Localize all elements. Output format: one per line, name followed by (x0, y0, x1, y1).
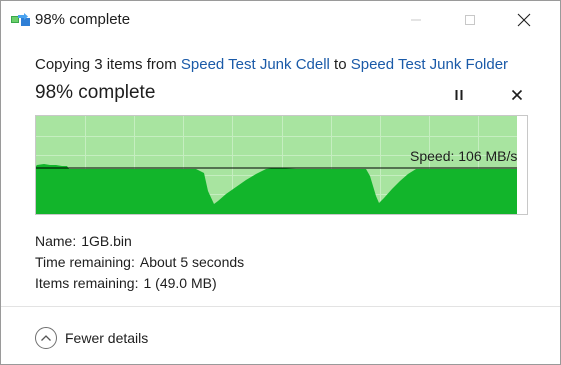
window-close-button[interactable] (501, 1, 547, 39)
name-value: 1GB.bin (81, 233, 132, 249)
transfer-speed-graph (35, 115, 528, 215)
speed-history-fill (36, 164, 517, 214)
window-title: 98% complete (35, 11, 131, 28)
footer-bar: Fewer details (1, 307, 560, 364)
minimize-button[interactable] (393, 1, 439, 39)
cancel-copy-button[interactable] (507, 85, 527, 105)
copy-progress-dialog: 98% complete Copying 3 items from Speed … (0, 0, 561, 365)
items-remaining-label: Items remaining: (35, 275, 139, 291)
speed-graph-canvas (36, 116, 517, 214)
speed-readout: Speed: 106 MB/s (410, 148, 518, 164)
chevron-up-icon (35, 327, 57, 349)
fewer-details-button[interactable]: Fewer details (35, 327, 148, 349)
progress-percent-title: 98% complete (35, 82, 156, 103)
name-label: Name: (35, 233, 77, 249)
pause-icon (455, 90, 463, 100)
pause-button[interactable] (449, 85, 469, 105)
maximize-button[interactable] (447, 1, 493, 39)
title-bar[interactable]: 98% complete (1, 1, 560, 39)
to-word: to (329, 56, 351, 73)
transfer-details: Name: 1GB.bin Time remaining: About 5 seco… (35, 231, 244, 294)
copy-description: Copying 3 items from Speed Test Junk Cde… (35, 56, 508, 73)
copy-arrow-icon (11, 13, 30, 26)
close-icon (517, 13, 531, 27)
close-icon (511, 89, 523, 101)
fewer-details-label: Fewer details (65, 330, 149, 346)
maximize-icon (465, 15, 475, 25)
detail-name-row: Name: 1GB.bin (35, 231, 244, 252)
time-remaining-label: Time remaining: (35, 254, 135, 270)
copy-prefix: Copying 3 items from (35, 56, 181, 73)
time-remaining-value: About 5 seconds (139, 254, 245, 270)
destination-folder-link[interactable]: Speed Test Junk Folder (351, 56, 508, 73)
detail-time-row: Time remaining: About 5 seconds (35, 252, 244, 273)
minimize-icon (411, 19, 421, 21)
detail-items-row: Items remaining: 1 (49.0 MB) (35, 273, 244, 294)
source-folder-link[interactable]: Speed Test Junk Cdell (181, 56, 330, 73)
items-remaining-value: 1 (49.0 MB) (143, 275, 217, 291)
